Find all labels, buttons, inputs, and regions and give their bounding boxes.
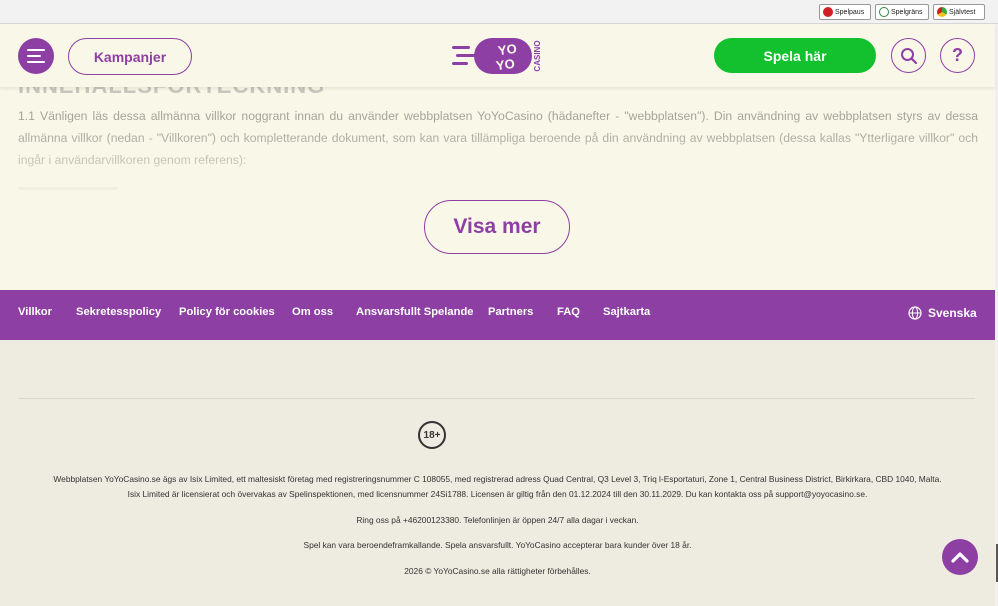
sjalvtest-button[interactable]: Självtest — [933, 4, 985, 20]
footer-link-partners[interactable]: Partners — [488, 306, 533, 318]
footer-link-responsible[interactable]: Ansvarsfullt Spelande — [356, 306, 474, 318]
footer-link-faq[interactable]: FAQ — [557, 306, 580, 318]
help-icon: ? — [952, 45, 963, 65]
spelgrans-label: Spelgräns — [891, 8, 923, 16]
menu-button[interactable] — [18, 38, 54, 74]
chevron-up-icon — [951, 552, 969, 563]
faint-divider — [18, 187, 118, 190]
terms-content: INNEHÅLLSFÖRTECKNING 1.1 Vänligen läs de… — [0, 87, 995, 290]
show-more-button[interactable]: Visa mer — [424, 200, 570, 254]
footer-link-privacy[interactable]: Sekretesspolicy — [76, 306, 161, 318]
yoyocasino-logo[interactable]: YO YO CASINO — [450, 32, 550, 80]
language-selector[interactable]: Svenska — [908, 306, 977, 320]
campaigns-button[interactable]: Kampanjer — [68, 38, 192, 75]
search-button[interactable] — [891, 38, 926, 73]
logo-yo-2: YO — [495, 56, 516, 73]
company-info-line-2: Isix Limited är licensierat och övervaka… — [127, 489, 868, 499]
spelpaus-button[interactable]: Spelpaus — [819, 4, 871, 20]
gauge-icon — [937, 7, 947, 17]
help-button[interactable]: ? — [940, 38, 975, 73]
language-label: Svenska — [928, 306, 977, 320]
search-icon — [900, 47, 917, 64]
copyright: 2026 © YoYoCasino.se alla rättigheter fö… — [404, 566, 591, 576]
footer-divider — [18, 398, 975, 399]
spelgrans-button[interactable]: Spelgräns — [875, 4, 929, 20]
phone-info: Ring oss på +46200123380. Telefonlinjen … — [356, 515, 639, 525]
footer-link-villkor[interactable]: Villkor — [18, 306, 52, 318]
pause-icon — [823, 7, 833, 17]
responsible-gaming-info: Spel kan vara beroendeframkallande. Spel… — [303, 540, 692, 550]
section-heading: INNEHÅLLSFÖRTECKNING — [18, 87, 325, 99]
menu-icon — [27, 49, 45, 51]
play-here-button[interactable]: Spela här — [714, 38, 876, 73]
sjalvtest-label: Självtest — [949, 8, 976, 16]
site-header: Kampanjer YO YO CASINO Spela här ? — [0, 24, 995, 87]
logo-yo-1: YO — [497, 41, 518, 58]
spelpaus-label: Spelpaus — [835, 8, 865, 16]
scroll-to-top-button[interactable] — [942, 539, 978, 575]
age-limit-badge: 18+ — [418, 421, 446, 449]
footer-link-sitemap[interactable]: Sajtkarta — [603, 306, 650, 318]
footer-link-about[interactable]: Om oss — [292, 306, 333, 318]
company-info-line-1: Webbplatsen YoYoCasino.se ägs av Isix Li… — [53, 474, 942, 484]
footer-navigation: Villkor Sekretesspolicy Policy för cooki… — [0, 290, 995, 340]
logo-casino: CASINO — [533, 40, 542, 71]
limit-icon — [879, 7, 889, 17]
globe-icon — [908, 306, 922, 320]
responsible-gaming-bar: Spelpaus Spelgräns Självtest — [0, 0, 998, 24]
footer-link-cookies[interactable]: Policy för cookies — [179, 306, 275, 318]
